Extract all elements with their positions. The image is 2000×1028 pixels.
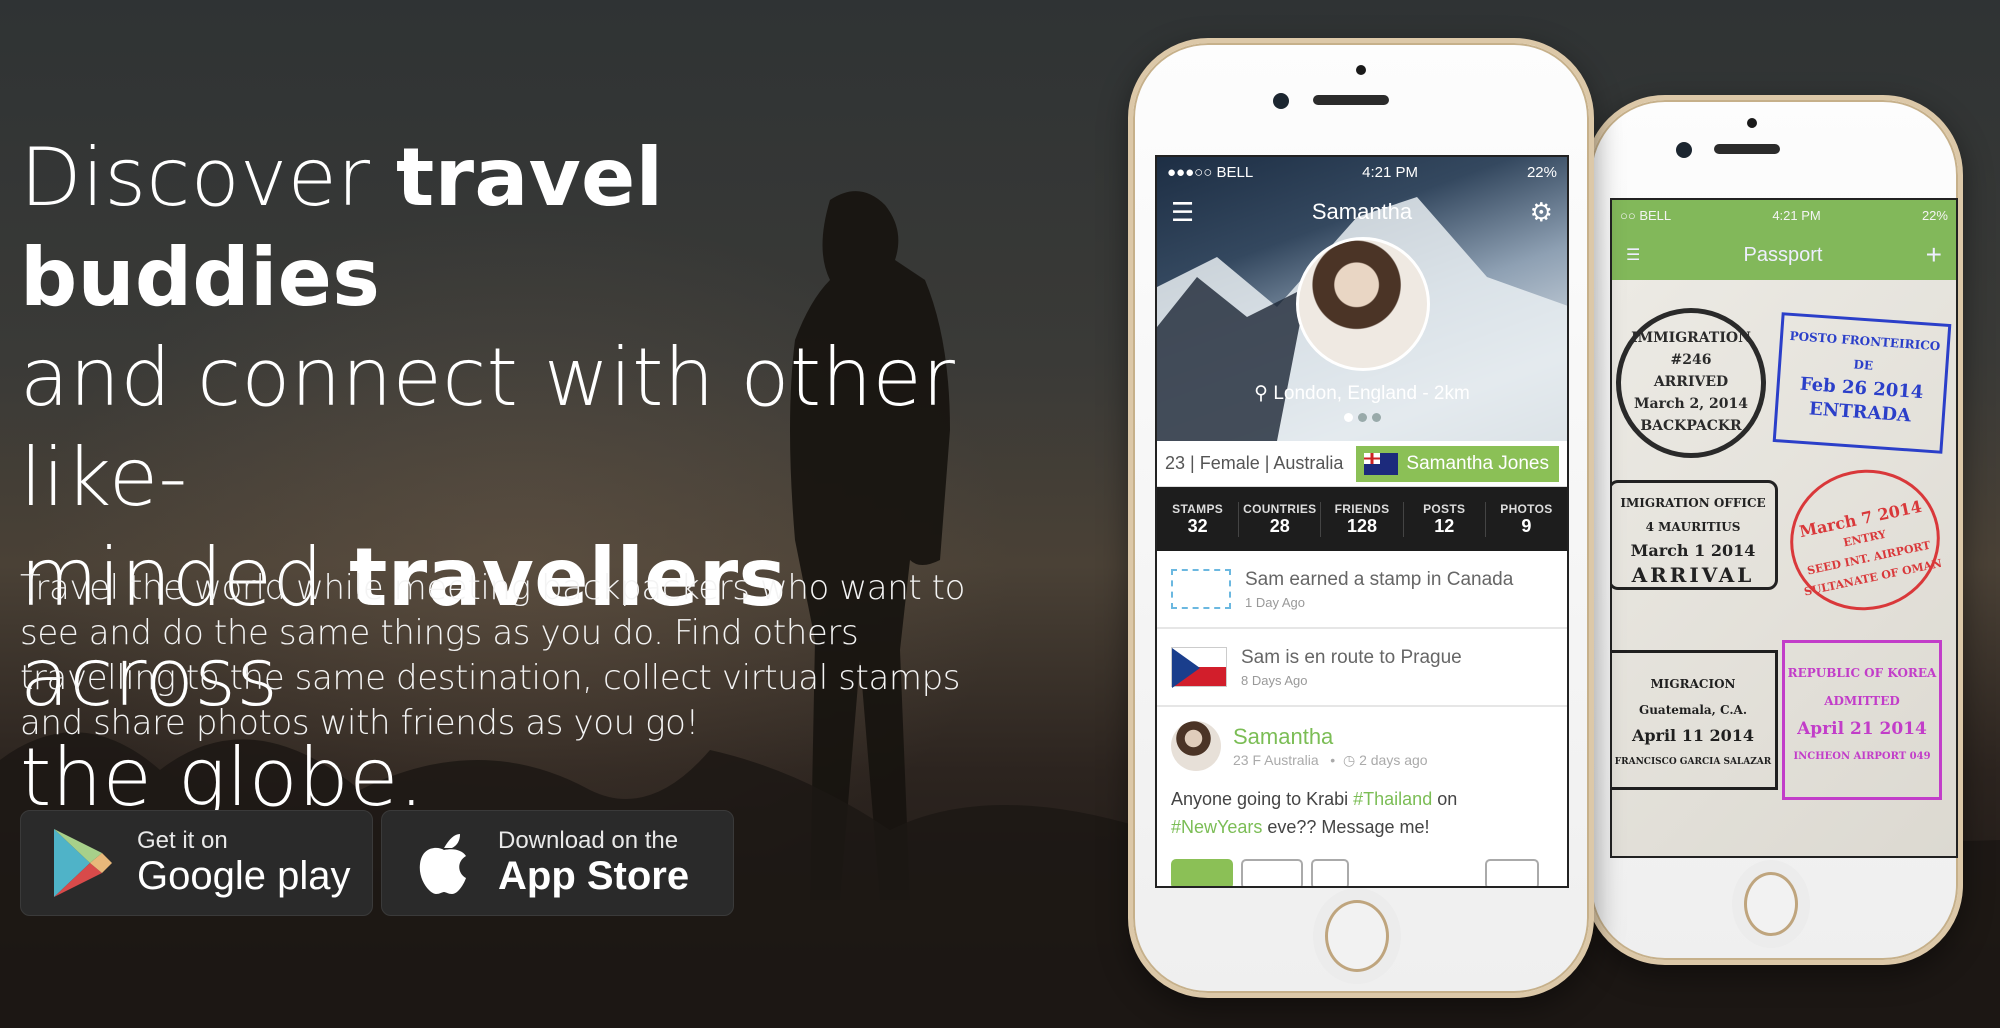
list-item[interactable]: Sam earned a stamp in Canada 1 Day Ago	[1157, 551, 1567, 629]
stats-bar: STAMPS 32 COUNTRIES 28 FRIENDS 128 POSTS 12 …	[1157, 487, 1567, 551]
stat-label: FRIENDS	[1334, 501, 1390, 516]
stat-photos[interactable]: PHOTOS 9	[1486, 502, 1567, 537]
map-pin-icon: ⚲	[1254, 383, 1274, 404]
stat-label: COUNTRIES	[1243, 501, 1317, 516]
stat-label: STAMPS	[1172, 501, 1224, 516]
stat-value: 32	[1187, 515, 1208, 536]
google-play-button[interactable]: Get it on Google play	[20, 810, 373, 916]
menu-icon[interactable]: ☰	[1171, 197, 1194, 228]
stamp-korea[interactable]: REPUBLIC OF KOREA ADMITTED April 21 2014 IN…	[1782, 640, 1942, 800]
more-button[interactable]	[1485, 859, 1539, 886]
stamp-guinea-bissau[interactable]: POSTO FRONTEIRICO DE Feb 26 2014 ENTRADA	[1772, 312, 1952, 454]
add-stamp-button[interactable]: +	[1926, 239, 1942, 271]
passport-screen: ○○ BELL 4:21 PM 22% ☰ Passport + IMMIGRATI…	[1610, 198, 1958, 858]
profile-navbar: ☰ Samantha ⚙	[1157, 187, 1567, 237]
stat-value: 12	[1434, 515, 1455, 536]
gear-icon[interactable]: ⚙	[1530, 197, 1553, 228]
avatar[interactable]	[1296, 237, 1430, 371]
stamp-oman[interactable]: March 7 2014 ENTRY SEED INT. AIRPORT SULTAN…	[1777, 455, 1953, 625]
status-bar: ○○ BELL 4:21 PM 22%	[1612, 200, 1956, 230]
apple-icon	[404, 830, 484, 896]
post-text: Anyone going to Krabi #Thailand on #NewYe…	[1171, 789, 1458, 837]
profile-info-row: 23 | Female | Australia Samantha Jones	[1157, 441, 1567, 487]
list-item[interactable]: Sam is en route to Prague 8 Days Ago	[1157, 629, 1567, 707]
comment-button[interactable]	[1241, 859, 1303, 886]
stat-label: PHOTOS	[1500, 501, 1553, 516]
home-button[interactable]	[1325, 900, 1389, 972]
name-badge: Samantha Jones	[1356, 445, 1559, 482]
speaker-grille	[1313, 95, 1389, 105]
hashtag-link[interactable]: #Thailand	[1353, 789, 1432, 809]
stat-label: POSTS	[1423, 501, 1466, 516]
photo-pager[interactable]	[1157, 413, 1567, 422]
google-play-icon	[43, 827, 123, 899]
post-author[interactable]: Samantha	[1233, 724, 1428, 750]
passport-page: IMMIGRATION #246 ARRIVED March 2, 2014 BACKP…	[1612, 280, 1956, 856]
front-camera-icon	[1273, 93, 1289, 109]
stat-stamps[interactable]: STAMPS 32	[1157, 501, 1240, 537]
stat-value: 28	[1269, 515, 1290, 536]
profile-screen: ●●●○○ BELL 4:21 PM 22% ☰ Samantha ⚙ ⚲ Lo…	[1155, 155, 1569, 888]
store-buttons: Get it on Google play Download on the App …	[20, 810, 734, 916]
canada-stamp-icon	[1171, 569, 1231, 609]
stat-countries[interactable]: COUNTRIES 28	[1239, 501, 1322, 537]
like-button[interactable]	[1171, 859, 1233, 886]
stat-friends[interactable]: FRIENDS 128	[1321, 501, 1404, 537]
front-camera-icon	[1676, 142, 1692, 158]
app-store-button[interactable]: Download on the App Store	[381, 810, 734, 916]
sensor-dot	[1747, 118, 1757, 128]
stamp-mauritius[interactable]: IMIGRATION OFFICE 4 MAURITIUS March 1 2014…	[1612, 480, 1778, 590]
stamp-guatemala[interactable]: MIGRACION Guatemala, C.A. April 11 2014 FRA…	[1612, 650, 1778, 790]
profile-cover: ●●●○○ BELL 4:21 PM 22% ☰ Samantha ⚙ ⚲ Lo…	[1157, 157, 1567, 441]
phone-profile: ●●●○○ BELL 4:21 PM 22% ☰ Samantha ⚙ ⚲ Lo…	[1128, 38, 1594, 998]
clock-icon: ◷	[1342, 751, 1356, 768]
location: ⚲ London, England - 2km	[1254, 383, 1470, 404]
speaker-grille	[1714, 144, 1780, 154]
post-actions	[1171, 859, 1553, 886]
passport-navbar: ☰ Passport +	[1612, 230, 1956, 280]
australia-flag-icon	[1364, 452, 1399, 475]
stat-value: 9	[1521, 515, 1532, 536]
stat-posts[interactable]: POSTS 12	[1404, 501, 1486, 537]
stat-value: 128	[1346, 515, 1378, 536]
home-button[interactable]	[1744, 872, 1798, 936]
post-avatar[interactable]	[1171, 721, 1221, 771]
phone-passport: ○○ BELL 4:21 PM 22% ☰ Passport + IMMIGRATI…	[1585, 95, 1963, 965]
sensor-dot	[1356, 65, 1366, 75]
stamp-backpackr[interactable]: IMMIGRATION #246 ARRIVED March 2, 2014 BACKP…	[1616, 308, 1766, 458]
profile-title: Samantha	[1311, 199, 1413, 224]
hashtag-link[interactable]: #NewYears	[1171, 817, 1262, 837]
share-button[interactable]	[1311, 859, 1349, 886]
menu-icon[interactable]: ☰	[1626, 245, 1640, 265]
post-card: Samantha 23 F Australia • ◷ 2 days ago A…	[1157, 707, 1567, 886]
czech-flag-icon	[1171, 647, 1227, 688]
hero-subtitle: Travel the world while meeting backpacke…	[20, 568, 966, 743]
